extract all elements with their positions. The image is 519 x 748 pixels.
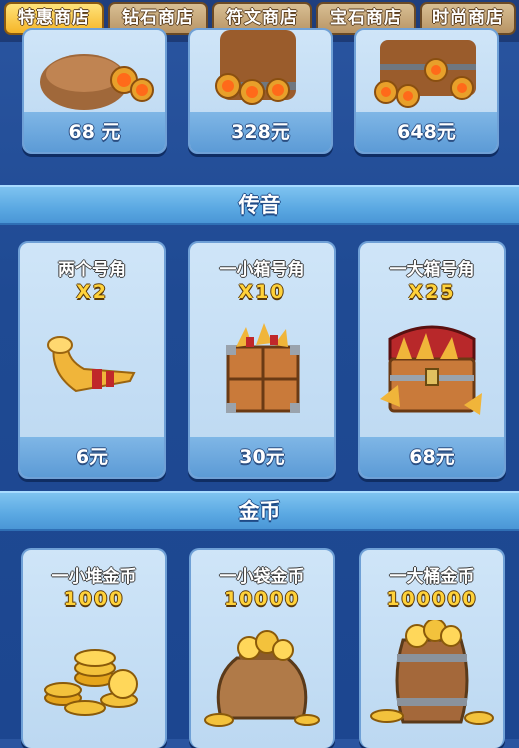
item-quantity: X25 [408,281,456,303]
shop-item-648[interactable]: 648元 [354,28,499,154]
item-quantity: X2 [76,281,108,303]
item-name: 两个号角 [58,260,126,280]
horn-crate-icon [190,319,334,429]
shop-item-small-coin-bag[interactable]: 一小袋金币 10000 [189,548,335,748]
shop-item-small-coin-pile[interactable]: 一小堆金币 1000 [21,548,167,748]
item-name: 一小堆金币 [51,567,137,587]
tab-label: 符文商店 [226,8,298,28]
tab-label: 时尚商店 [432,8,504,28]
tab-label: 特惠商店 [18,8,90,28]
shop-item-large-horn-chest[interactable]: 一大箱号角 X25 68元 [358,241,506,479]
horn-chest-icon [360,319,504,429]
coin-pile-icon [23,638,165,730]
item-name: 一大桶金币 [389,567,475,587]
price-label: 648元 [356,112,497,152]
treasure-sack-icon [24,30,165,114]
item-name: 一小箱号角 [219,260,305,280]
shop-item-small-horn-crate[interactable]: 一小箱号角 X10 30元 [188,241,336,479]
tab-label: 宝石商店 [330,8,402,28]
price-label: 6元 [20,437,164,477]
section-header-horn: 传音 [0,185,519,225]
section-header-gold: 金币 [0,491,519,531]
item-quantity: 1000 [63,588,125,610]
coin-barrel-icon [361,620,503,730]
price-label: 68 元 [24,112,165,152]
item-quantity: X10 [238,281,286,303]
item-quantity: 100000 [386,588,478,610]
treasure-barrel-icon [190,30,331,114]
shop-item-two-horns[interactable]: 两个号角 X2 6元 [18,241,166,479]
shop-item-68[interactable]: 68 元 [22,28,167,154]
shop-item-large-coin-barrel[interactable]: 一大桶金币 100000 [359,548,505,748]
treasure-chest-pile-icon [356,30,497,114]
shop-item-328[interactable]: 328元 [188,28,333,154]
price-label: 68元 [360,437,504,477]
item-quantity: 10000 [223,588,301,610]
item-name: 一大箱号角 [389,260,475,280]
item-name: 一小袋金币 [219,567,305,587]
coin-bag-icon [191,628,333,730]
tab-label: 钻石商店 [122,8,194,28]
horn-icon [20,323,164,433]
price-label: 30元 [190,437,334,477]
price-label: 328元 [190,112,331,152]
